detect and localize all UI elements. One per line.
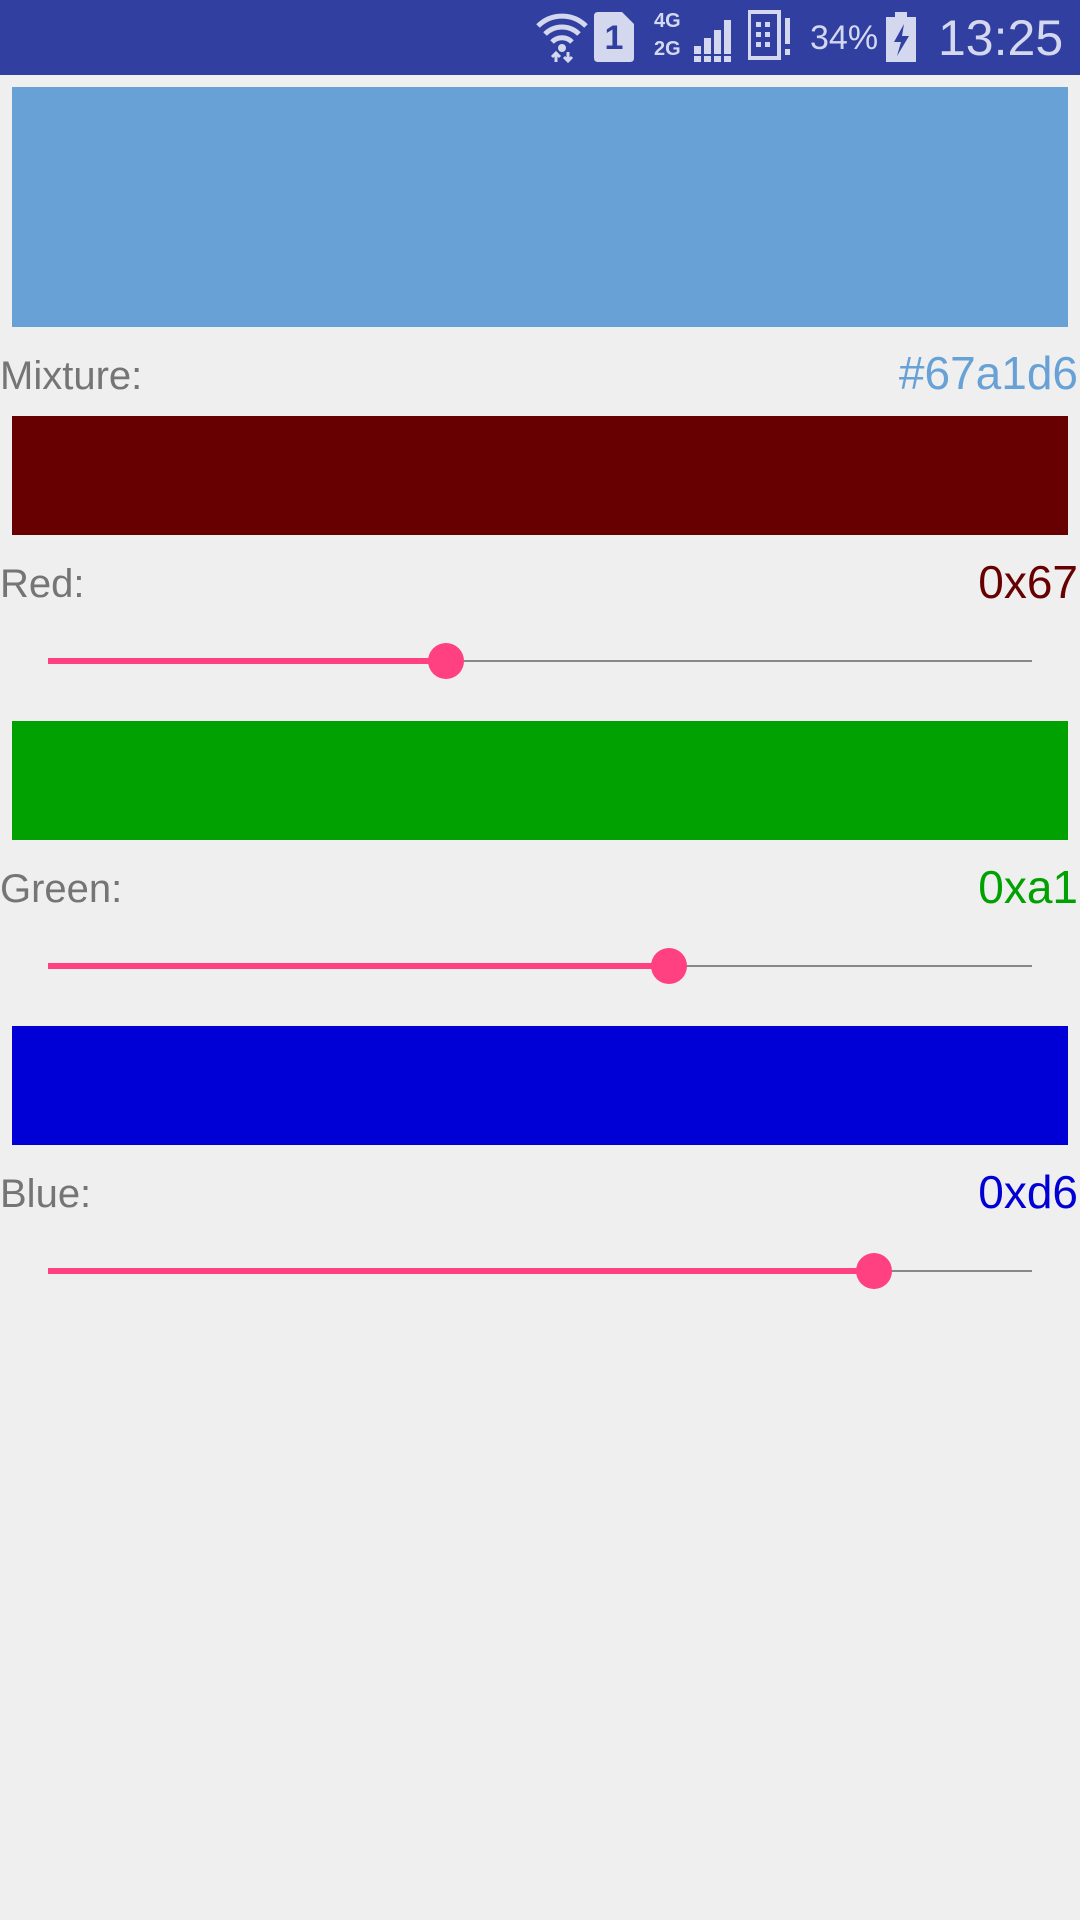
green-color-preview	[12, 721, 1068, 840]
network-2g-label: 2G	[654, 38, 681, 60]
green-label: Green:	[0, 867, 123, 911]
red-slider[interactable]	[48, 641, 1032, 681]
mixture-hex-value: #67a1d6	[898, 347, 1078, 399]
red-hex-value: 0x67	[978, 556, 1078, 608]
red-label: Red:	[0, 562, 85, 606]
signal-icon: 4G 2G	[652, 8, 738, 64]
blue-hex-value: 0xd6	[978, 1166, 1078, 1218]
device-icon	[747, 10, 794, 62]
wifi-icon	[534, 8, 590, 64]
battery-charging-icon	[886, 12, 916, 62]
sim-slot-number: 1	[604, 19, 624, 57]
status-bar: 1 4G 2G 34% 13:25	[0, 0, 1080, 75]
red-slider-fill	[48, 658, 446, 664]
green-slider-thumb[interactable]	[650, 948, 687, 984]
blue-slider[interactable]	[48, 1251, 1032, 1291]
clock: 13:25	[938, 10, 1064, 66]
red-color-preview	[12, 416, 1068, 535]
blue-slider-thumb[interactable]	[855, 1253, 892, 1289]
green-slider-fill	[48, 963, 669, 969]
sim-icon: 1	[594, 12, 634, 62]
mixture-label: Mixture:	[0, 354, 143, 398]
blue-color-preview	[12, 1026, 1068, 1145]
blue-label: Blue:	[0, 1172, 92, 1216]
mixture-color-preview	[12, 87, 1068, 327]
green-slider[interactable]	[48, 946, 1032, 986]
blue-slider-fill	[48, 1268, 874, 1274]
red-slider-thumb[interactable]	[427, 643, 464, 679]
network-4g-label: 4G	[654, 10, 681, 32]
battery-percentage: 34%	[810, 19, 879, 57]
green-hex-value: 0xa1	[978, 861, 1078, 913]
